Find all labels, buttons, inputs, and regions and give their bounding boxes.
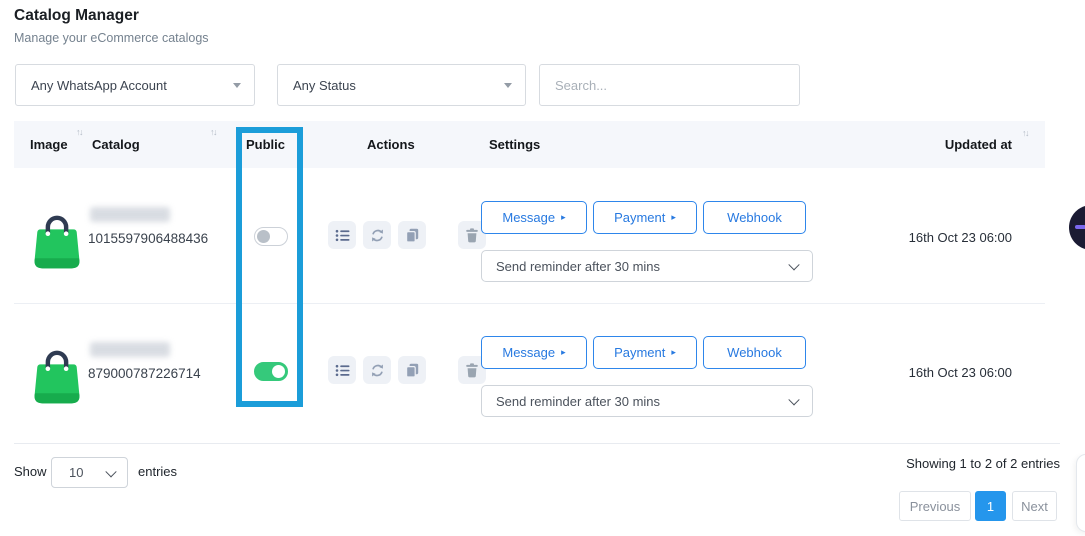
sort-icon[interactable]: ↑↓ [1022, 128, 1028, 138]
public-toggle[interactable] [254, 227, 288, 246]
page-title: Catalog Manager [14, 7, 139, 25]
caret-down-icon [233, 83, 241, 88]
reminder-select[interactable]: Send reminder after 30 mins [481, 385, 813, 417]
entries-summary: Showing 1 to 2 of 2 entries [906, 456, 1060, 471]
message-button-label: Message [502, 210, 555, 225]
copy-icon [405, 363, 420, 378]
next-page-button[interactable]: Next [1012, 491, 1057, 521]
copy-button[interactable] [398, 221, 426, 249]
page-subtitle: Manage your eCommerce catalogs [14, 31, 209, 45]
catalog-id: 879000787226714 [88, 366, 201, 381]
column-header-catalog[interactable]: Catalog [92, 137, 140, 152]
trash-icon [465, 363, 479, 378]
table-row: 879000787226714 [0, 303, 1085, 443]
catalog-id: 1015597906488436 [88, 231, 208, 246]
payment-settings-button[interactable]: Payment ▸ [593, 201, 697, 234]
table-header: Image ↑↓ Catalog ↑↓ Public Actions Setti… [14, 121, 1045, 168]
public-toggle[interactable] [254, 362, 288, 381]
payment-button-label: Payment [614, 210, 665, 225]
table-row: 1015597906488436 [0, 168, 1085, 303]
list-details-button[interactable] [328, 221, 356, 249]
page-size-value: 10 [69, 465, 83, 480]
message-button-label: Message [502, 345, 555, 360]
webhook-settings-button[interactable]: Webhook [703, 201, 806, 234]
submenu-arrow-icon: ▸ [561, 348, 566, 357]
reminder-select-value: Send reminder after 30 mins [496, 259, 660, 274]
shopping-bag-icon [32, 341, 82, 407]
previous-page-button[interactable]: Previous [899, 491, 971, 521]
list-icon [335, 363, 350, 378]
chevron-down-icon [105, 466, 116, 477]
page-number-button[interactable]: 1 [975, 491, 1006, 521]
chevron-down-icon [788, 394, 799, 405]
sync-icon [370, 228, 385, 243]
copy-button[interactable] [398, 356, 426, 384]
whatsapp-account-dropdown[interactable]: Any WhatsApp Account [15, 64, 255, 106]
catalog-name-redacted [90, 342, 170, 357]
reminder-select[interactable]: Send reminder after 30 mins [481, 250, 813, 282]
status-dropdown[interactable]: Any Status [277, 64, 526, 106]
webhook-button-label: Webhook [727, 345, 782, 360]
caret-down-icon [504, 83, 512, 88]
webhook-settings-button[interactable]: Webhook [703, 336, 806, 369]
sort-icon[interactable]: ↑↓ [76, 127, 82, 137]
sort-icon[interactable]: ↑↓ [210, 127, 216, 137]
message-settings-button[interactable]: Message ▸ [481, 201, 587, 234]
updated-at: 16th Oct 23 06:00 [909, 230, 1012, 245]
whatsapp-account-dropdown-value: Any WhatsApp Account [31, 78, 167, 93]
toggle-knob [272, 365, 285, 378]
column-header-updated-at[interactable]: Updated at [945, 137, 1012, 152]
sync-button[interactable] [363, 356, 391, 384]
column-header-public[interactable]: Public [246, 137, 285, 152]
fab-plus-icon [1075, 225, 1085, 229]
table-bottom-divider [14, 443, 1060, 444]
column-header-image[interactable]: Image [30, 137, 68, 152]
list-icon [335, 228, 350, 243]
message-settings-button[interactable]: Message ▸ [481, 336, 587, 369]
shopping-bag-icon [32, 206, 82, 272]
submenu-arrow-icon: ▸ [671, 348, 676, 357]
copy-icon [405, 228, 420, 243]
page-size-select[interactable]: 10 [51, 457, 128, 488]
edge-panel-partial [1076, 454, 1085, 532]
sync-button[interactable] [363, 221, 391, 249]
reminder-select-value: Send reminder after 30 mins [496, 394, 660, 409]
catalog-manager-page: Catalog Manager Manage your eCommerce ca… [0, 0, 1085, 536]
search-input[interactable] [539, 64, 800, 106]
toggle-knob [257, 230, 270, 243]
catalog-name-redacted [90, 207, 170, 222]
column-header-settings[interactable]: Settings [489, 137, 540, 152]
updated-at: 16th Oct 23 06:00 [909, 365, 1012, 380]
submenu-arrow-icon: ▸ [671, 213, 676, 222]
column-header-actions[interactable]: Actions [367, 137, 415, 152]
webhook-button-label: Webhook [727, 210, 782, 225]
sync-icon [370, 363, 385, 378]
status-dropdown-value: Any Status [293, 78, 356, 93]
show-label: Show [14, 464, 47, 479]
list-details-button[interactable] [328, 356, 356, 384]
payment-settings-button[interactable]: Payment ▸ [593, 336, 697, 369]
submenu-arrow-icon: ▸ [561, 213, 566, 222]
trash-icon [465, 228, 479, 243]
payment-button-label: Payment [614, 345, 665, 360]
entries-label: entries [138, 464, 177, 479]
chevron-down-icon [788, 259, 799, 270]
